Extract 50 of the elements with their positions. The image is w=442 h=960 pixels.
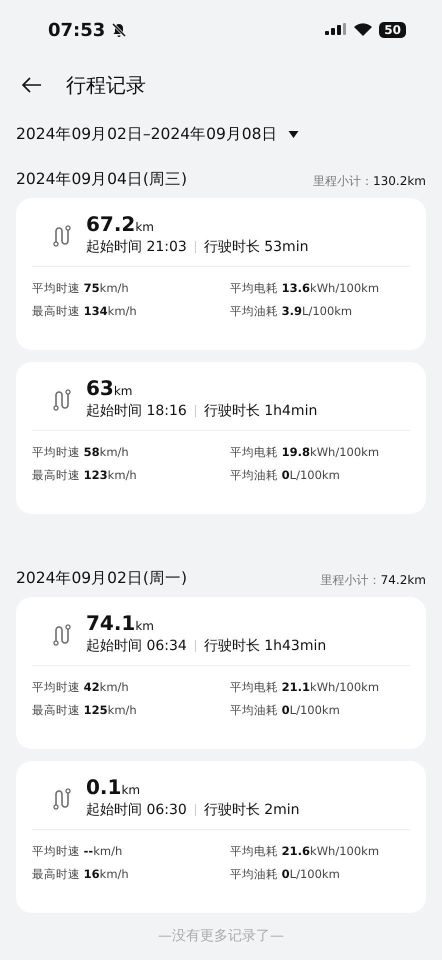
date-range-dropdown[interactable]: 2024年09月02日–2024年09月08日	[16, 124, 299, 145]
trip-stat: 平均油耗 0L/100km	[230, 867, 341, 882]
trip-stat: 最高时速 125km/h	[32, 703, 138, 718]
wifi-icon	[353, 23, 374, 37]
caret-icon	[288, 130, 299, 138]
route-icon	[52, 224, 72, 248]
trip-distance: 63 km	[86, 376, 134, 400]
trip-distance: 74.1 km	[86, 611, 155, 635]
trip-stat: 平均油耗 0L/100km	[230, 468, 341, 483]
subtotal-label: 里程小计：	[313, 174, 373, 188]
trip-stat: 平均时速 --km/h	[32, 844, 124, 859]
status-time: 07:53	[48, 20, 106, 40]
subtotal-value: 74.2km	[380, 573, 426, 587]
trip-distance: 67.2 km	[86, 212, 155, 236]
subtotal-value: 130.2km	[373, 174, 426, 188]
battery-indicator: 50	[379, 22, 406, 38]
trip-card[interactable]: 74.1 km 起始时间 06:34 行驶时长 1h43min 平均时速 42km/h 平均电耗 21.1kWh/100km 最高时速 125km/h 平均油耗 0L/100km	[16, 597, 426, 749]
page-title: 行程记录	[66, 72, 146, 98]
drive-duration: 行驶时长 2min	[204, 801, 300, 819]
trip-stat: 最高时速 123km/h	[32, 468, 138, 483]
day-heading: 2024年09月04日(周三)	[16, 169, 187, 190]
drive-duration: 行驶时长 53min	[204, 238, 308, 256]
trip-stat: 平均油耗 0L/100km	[230, 703, 341, 718]
trip-stat: 平均电耗 21.1kWh/100km	[230, 680, 380, 695]
trip-stat: 平均时速 58km/h	[32, 445, 130, 460]
trip-stat: 平均时速 75km/h	[32, 281, 130, 296]
route-icon	[52, 787, 72, 811]
trip-card[interactable]: 63 km 起始时间 18:16 行驶时长 1h4min 平均时速 58km/h 平均电耗 19.8kWh/100km 最高时速 123km/h 平均油耗 0L/100km	[16, 362, 426, 514]
trip-stat: 最高时速 16km/h	[32, 867, 130, 882]
trip-stat: 平均电耗 13.6kWh/100km	[230, 281, 380, 296]
day-heading: 2024年09月02日(周一)	[16, 568, 187, 589]
start-time: 起始时间 06:34	[86, 637, 187, 655]
trip-stat: 平均油耗 3.9L/100km	[230, 304, 354, 319]
drive-duration: 行驶时长 1h4min	[204, 402, 318, 420]
signal-icon	[325, 23, 348, 37]
start-time: 起始时间 18:16	[86, 402, 187, 420]
trip-distance: 0.1 km	[86, 775, 142, 799]
subtotal-label: 里程小计：	[320, 573, 381, 587]
trip-stat: 平均电耗 19.8kWh/100km	[230, 445, 380, 460]
trip-stat: 平均时速 42km/h	[32, 680, 130, 695]
start-time: 起始时间 06:30	[86, 801, 187, 819]
drive-duration: 行驶时长 1h43min	[204, 637, 326, 655]
trip-card[interactable]: 67.2 km 起始时间 21:03 行驶时长 53min 平均时速 75km/h 平均电耗 13.6kWh/100km 最高时速 134km/h 平均油耗 3.9L/100km	[16, 198, 426, 350]
route-icon	[52, 623, 72, 647]
start-time: 起始时间 21:03	[86, 238, 187, 256]
trip-stat: 最高时速 134km/h	[32, 304, 138, 319]
trip-stat: 平均电耗 21.6kWh/100km	[230, 844, 380, 859]
route-icon	[52, 388, 72, 412]
end-of-list-text: —没有更多记录了—	[157, 927, 285, 945]
trip-card[interactable]: 0.1 km 起始时间 06:30 行驶时长 2min 平均时速 --km/h 平均电耗 21.6kWh/100km 最高时速 16km/h 平均油耗 0L/100km	[16, 761, 426, 913]
